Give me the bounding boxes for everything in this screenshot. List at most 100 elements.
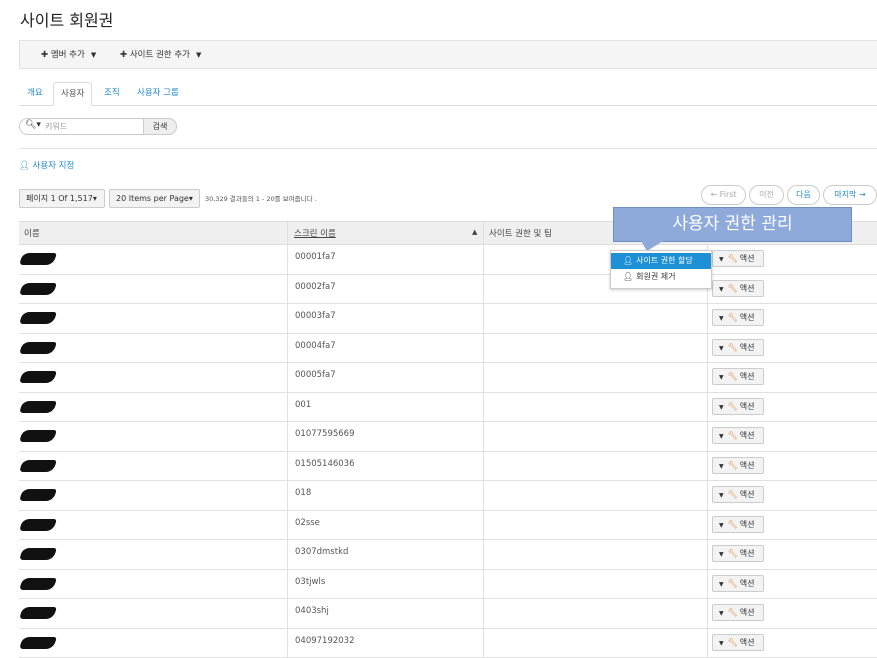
screen-name-cell: 01505146036 xyxy=(295,459,355,469)
table-row: 00005fa7 ▼🔧︎액션 xyxy=(19,363,877,393)
next-page-button[interactable]: 다음 xyxy=(787,185,820,205)
menu-item-assign-site-role[interactable]: 👤︎사이트 권한 할당 xyxy=(611,253,711,269)
redacted-user-name xyxy=(19,283,57,295)
wrench-icon: 🔧︎ xyxy=(728,608,738,617)
table-row: 018▼🔧︎액션 xyxy=(19,481,877,511)
wrench-icon: 🔧︎ xyxy=(728,254,738,263)
redacted-user-name xyxy=(19,312,57,324)
action-button[interactable]: ▼🔧︎액션 xyxy=(712,634,764,651)
action-button[interactable]: ▼🔧︎액션 xyxy=(712,516,764,533)
screen-name-cell: 0307dmstkd xyxy=(295,547,348,557)
screen-name-cell: 02sse xyxy=(295,518,320,528)
add-site-permission-button[interactable]: ✚ 사이트 권한 추가▼ xyxy=(120,41,201,69)
redacted-user-name xyxy=(19,371,57,383)
plus-icon: ✚ xyxy=(120,50,127,60)
user-role-icon: 👤︎ xyxy=(623,256,633,265)
redacted-user-name xyxy=(19,607,57,619)
tab-bar: 개요 사용자 조직 사용자 그룹 xyxy=(19,82,877,106)
action-button[interactable]: ▼🔧︎액션 xyxy=(712,604,764,621)
table-body: 00001fa7▼🔧︎액션00002fa7▼🔧︎액션00003fa7▼🔧︎액션0… xyxy=(19,245,877,658)
tab-organizations[interactable]: 조직 xyxy=(97,82,127,104)
screen-name-cell: 00001fa7 xyxy=(295,252,336,262)
add-member-button[interactable]: ✚ 멤버 추가▼ xyxy=(41,41,96,69)
redacted-user-name xyxy=(19,578,57,590)
screen-name-cell: 00005fa7 xyxy=(295,370,336,380)
wrench-icon: 🔧︎ xyxy=(728,284,738,293)
user-icon: 👤︎ xyxy=(19,161,30,171)
wrench-icon: 🔧︎ xyxy=(728,313,738,322)
wrench-icon: 🔧︎ xyxy=(728,431,738,440)
screen-name-cell: 01077595669 xyxy=(295,429,355,439)
search-box: 🔍︎▾ 키워드 검색 xyxy=(19,118,177,135)
action-button[interactable]: ▼🔧︎액션 xyxy=(712,575,764,592)
wrench-icon: 🔧︎ xyxy=(728,520,738,529)
action-button[interactable]: ▼🔧︎액션 xyxy=(712,457,764,474)
action-button[interactable]: ▼🔧︎액션 xyxy=(712,339,764,356)
wrench-icon: 🔧︎ xyxy=(728,579,738,588)
search-button[interactable]: 검색 xyxy=(143,118,177,135)
toolbar: ✚ 멤버 추가▼ ✚ 사이트 권한 추가▼ xyxy=(19,40,877,69)
column-site-roles: 사이트 권한 및 팀 xyxy=(489,227,552,239)
annotation-callout: 사용자 권한 관리 xyxy=(613,207,852,242)
assign-users-link[interactable]: 👤︎ 사용자 지정 xyxy=(19,159,74,171)
table-row: 00002fa7▼🔧︎액션 xyxy=(19,275,877,305)
action-button[interactable]: ▼🔧︎액션 xyxy=(712,427,764,444)
user-remove-icon: 👤︎ xyxy=(623,272,633,281)
redacted-user-name xyxy=(19,401,57,413)
menu-item-remove-membership[interactable]: 👤︎회원권 제거 xyxy=(611,269,711,285)
caret-down-icon: ▼ xyxy=(719,286,724,293)
wrench-icon: 🔧︎ xyxy=(728,638,738,647)
first-page-button[interactable]: ← First xyxy=(701,185,746,205)
redacted-user-name xyxy=(19,430,57,442)
tab-users[interactable]: 사용자 xyxy=(53,82,92,106)
caret-down-icon: ▼ xyxy=(719,610,724,617)
last-page-button[interactable]: 마지막 → xyxy=(823,185,877,205)
redacted-user-name xyxy=(19,253,57,265)
table-row: 02sse ▼🔧︎액션 xyxy=(19,511,877,541)
redacted-user-name xyxy=(19,460,57,472)
page-title: 사이트 회원권 xyxy=(20,7,113,31)
table-row: 04097192032▼🔧︎액션 xyxy=(19,629,877,658)
action-button[interactable]: ▼🔧︎액션 xyxy=(712,250,764,267)
table-row: 01077595669 ▼🔧︎액션 xyxy=(19,422,877,452)
caret-down-icon: ▼ xyxy=(719,581,724,588)
wrench-icon: 🔧︎ xyxy=(728,490,738,499)
caret-down-icon: ▼ xyxy=(719,256,724,263)
caret-down-icon: ▼ xyxy=(719,345,724,352)
tab-user-groups[interactable]: 사용자 그룹 xyxy=(130,82,186,104)
items-per-page-selector[interactable]: 20 Items per Page▾ xyxy=(109,189,200,208)
table-row: 0403shj▼🔧︎액션 xyxy=(19,599,877,629)
page-selector[interactable]: 페이지 1 Of 1,517▾ xyxy=(19,189,105,208)
table-row: 01505146036▼🔧︎액션 xyxy=(19,452,877,482)
caret-down-icon: ▼ xyxy=(719,404,724,411)
screen-name-cell: 001 xyxy=(295,400,311,410)
screen-name-cell: 018 xyxy=(295,488,311,498)
action-button[interactable]: ▼🔧︎액션 xyxy=(712,309,764,326)
caret-down-icon: ▼ xyxy=(719,315,724,322)
caret-down-icon: ▼ xyxy=(719,463,724,470)
table-row: 001 ▼🔧︎액션 xyxy=(19,393,877,423)
wrench-icon: 🔧︎ xyxy=(728,549,738,558)
caret-down-icon: ▼ xyxy=(719,551,724,558)
users-table: 이름 스크린 이름 ▲ 사이트 권한 및 팀 00001fa7▼🔧︎액션0000… xyxy=(19,221,877,658)
search-icon[interactable]: 🔍︎▾ xyxy=(25,120,41,130)
redacted-user-name xyxy=(19,548,57,560)
caret-down-icon: ▼ xyxy=(196,51,201,59)
table-row: 00004fa7▼🔧︎액션 xyxy=(19,334,877,364)
action-button[interactable]: ▼🔧︎액션 xyxy=(712,280,764,297)
redacted-user-name xyxy=(19,637,57,649)
redacted-user-name xyxy=(19,519,57,531)
action-button[interactable]: ▼🔧︎액션 xyxy=(712,545,764,562)
prev-page-button[interactable]: 이전 xyxy=(749,185,784,205)
caret-down-icon: ▼ xyxy=(719,640,724,647)
column-name[interactable]: 이름 xyxy=(24,227,40,239)
caret-down-icon: ▼ xyxy=(719,492,724,499)
action-button[interactable]: ▼🔧︎액션 xyxy=(712,486,764,503)
screen-name-cell: 03tjwls xyxy=(295,577,325,587)
action-button[interactable]: ▼🔧︎액션 xyxy=(712,368,764,385)
column-screen-name[interactable]: 스크린 이름 xyxy=(294,227,336,239)
search-input[interactable]: 키워드 xyxy=(45,121,67,132)
action-button[interactable]: ▼🔧︎액션 xyxy=(712,398,764,415)
wrench-icon: 🔧︎ xyxy=(728,461,738,470)
tab-overview[interactable]: 개요 xyxy=(20,82,50,104)
